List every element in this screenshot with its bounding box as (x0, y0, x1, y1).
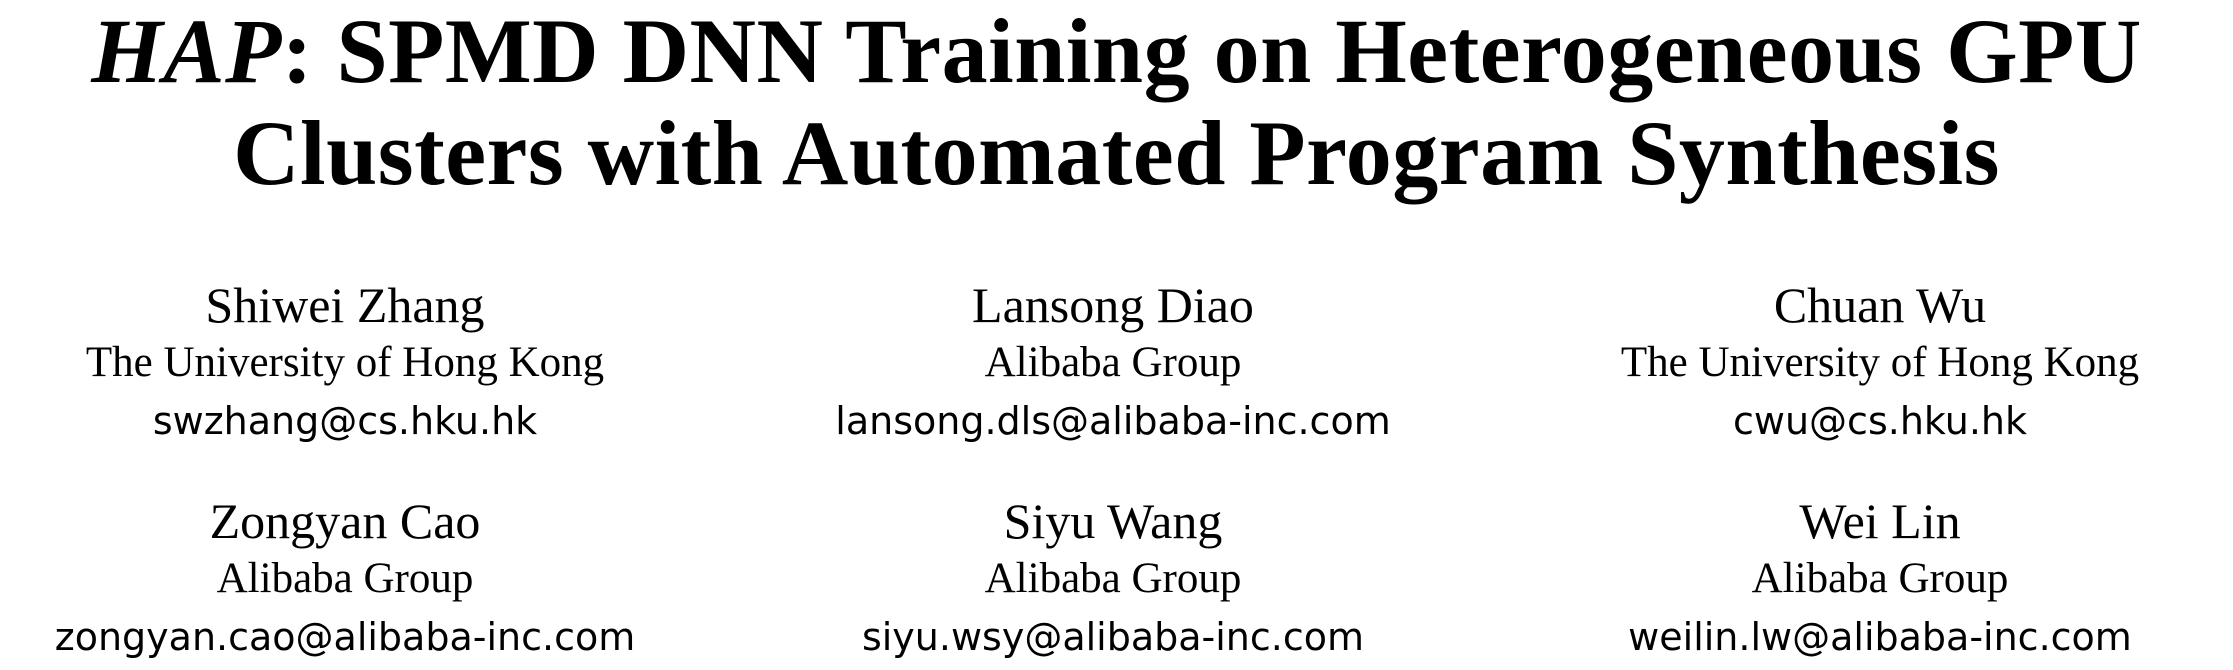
title-line-1: HAP: SPMD DNN Training on Heterogeneous … (0, 0, 2233, 102)
author-name: Siyu Wang (1003, 493, 1223, 549)
title-line-1-rest: : SPMD DNN Training on Heterogeneous GPU (281, 0, 2142, 102)
author-block: Zongyan Cao Alibaba Group zongyan.cao@al… (0, 492, 745, 666)
author-affiliation: Alibaba Group (216, 555, 474, 602)
author-block: Siyu Wang Alibaba Group siyu.wsy@alibaba… (713, 492, 1513, 666)
author-affiliation: The University of Hong Kong (85, 339, 605, 386)
author-block: Wei Lin Alibaba Group weilin.lw@alibaba-… (1480, 492, 2233, 666)
author-affiliation: Alibaba Group (984, 555, 1242, 602)
author-email: swzhang@cs.hku.hk (152, 399, 538, 443)
author-block: Lansong Diao Alibaba Group lansong.dls@a… (713, 276, 1513, 450)
author-name: Zongyan Cao (209, 493, 481, 549)
author-email: lansong.dls@alibaba-inc.com (835, 399, 1391, 443)
paper-title: HAP: SPMD DNN Training on Heterogeneous … (0, 0, 2233, 204)
author-name: Shiwei Zhang (205, 277, 485, 333)
author-affiliation: Alibaba Group (984, 339, 1242, 386)
title-system-name: HAP (91, 0, 282, 102)
author-name: Wei Lin (1799, 493, 1961, 549)
author-email: siyu.wsy@alibaba-inc.com (861, 615, 1365, 659)
title-line-2: Clusters with Automated Program Synthesi… (233, 102, 2000, 204)
author-name: Lansong Diao (972, 277, 1254, 333)
author-email: zongyan.cao@alibaba-inc.com (54, 615, 636, 659)
author-block: Chuan Wu The University of Hong Kong cwu… (1480, 276, 2233, 450)
author-block: Shiwei Zhang The University of Hong Kong… (0, 276, 745, 450)
author-affiliation: Alibaba Group (1751, 555, 2009, 602)
author-name: Chuan Wu (1773, 277, 1987, 333)
author-email: weilin.lw@alibaba-inc.com (1628, 615, 2132, 659)
author-email: cwu@cs.hku.hk (1733, 399, 2027, 443)
author-affiliation: The University of Hong Kong (1620, 339, 2140, 386)
